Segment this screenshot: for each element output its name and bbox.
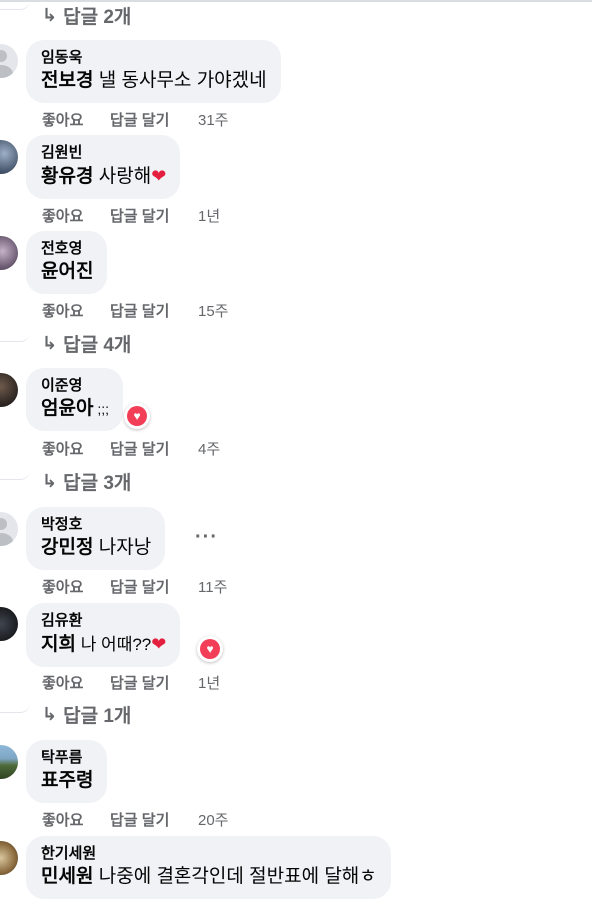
more-options-icon[interactable]: ··· [195,526,218,549]
comment-bubble: 김유환 지희 나 어때??❤ [26,603,181,667]
view-replies-link[interactable]: ↳ 답글 2개 [42,2,131,29]
comment-actions: 좋아요 답글 달기 1년 [42,205,220,226]
comment-text: 전보경 낼 동사무소 가야겠네 [41,70,267,91]
comment-bubble: 한기세원 민세원 나중에 결혼각인데 절반표에 달해ㅎ [26,836,391,899]
view-replies-link[interactable]: ↳ 답글 4개 [42,330,131,357]
tagged-user[interactable]: 엄윤아 [41,398,93,419]
tagged-user[interactable]: 황유경 [41,166,93,187]
comment-text: 황유경 사랑해❤ [41,166,167,187]
thread-connector [0,697,30,713]
avatar[interactable] [0,512,18,546]
tagged-user[interactable]: 전보경 [41,70,93,91]
reply-arrow-icon: ↳ [42,5,58,25]
reply-button[interactable]: 답글 달기 [110,576,198,597]
reply-button[interactable]: 답글 달기 [110,205,198,226]
tagged-user[interactable]: 강민정 [41,537,93,558]
timestamp[interactable]: 11주 [198,576,227,597]
view-replies-link[interactable]: ↳ 답글 3개 [42,468,131,495]
thread-connector [0,464,30,480]
comment-text: 표주령 [41,768,93,794]
like-button[interactable]: 좋아요 [42,205,110,226]
avatar[interactable] [0,44,18,78]
like-button[interactable]: 좋아요 [42,300,110,321]
like-button[interactable]: 좋아요 [42,576,110,597]
comment-actions: 좋아요 답글 달기 20주 [42,809,229,830]
thread-connector [0,326,30,342]
avatar[interactable] [0,140,18,174]
comment-bubble: 김원빈 황유경 사랑해❤ [26,135,181,199]
view-replies-link[interactable]: ↳ 답글 1개 [42,701,131,728]
comment-author[interactable]: 박정호 [41,515,151,535]
comment-bubble: 박정호 강민정 나자낭 [26,507,166,570]
avatar[interactable] [0,607,18,641]
comment-author[interactable]: 이준영 [41,376,109,396]
love-reaction-icon[interactable]: ♥ [124,403,150,429]
timestamp[interactable]: 1년 [198,672,220,693]
tagged-user[interactable]: 윤어진 [41,261,93,282]
timestamp[interactable]: 1년 [198,205,220,226]
comment-bubble: 임동욱 전보경 낼 동사무소 가야겠네 [26,40,281,103]
timestamp[interactable]: 31주 [198,109,229,130]
love-reaction-icon[interactable]: ♥ [197,636,223,662]
tagged-user[interactable]: 지희 [41,634,76,655]
comment-bubble: 전호영 윤어진 [26,231,108,294]
comment-author[interactable]: 전호영 [41,239,93,259]
avatar[interactable] [0,373,18,407]
comment-actions: 좋아요 답글 달기 31주 [42,109,229,130]
timestamp[interactable]: 4주 [198,438,220,459]
comment-text: 엄윤아 ;;; [41,398,110,419]
comment-actions: 좋아요 답글 달기 11주 [42,576,227,597]
reply-arrow-icon: ↳ [42,333,58,353]
comment-author[interactable]: 김원빈 [41,143,166,163]
reply-button[interactable]: 답글 달기 [110,109,198,130]
comment-bubble: 이준영 엄윤아 ;;; [26,368,124,431]
reply-arrow-icon: ↳ [42,471,58,491]
heart-emoji-icon: ❤ [151,634,167,654]
comment-text: 강민정 나자낭 [41,537,152,558]
reply-button[interactable]: 답글 달기 [110,300,198,321]
comment-actions: 좋아요 답글 달기 15주 [42,300,229,321]
comment-author[interactable]: 탁푸름 [41,748,93,768]
timestamp[interactable]: 15주 [198,300,229,321]
comment-text: 윤어진 [41,259,93,285]
heart-emoji-icon: ❤ [151,166,167,186]
comment-bubble: 탁푸름 표주령 [26,740,108,803]
like-button[interactable]: 좋아요 [42,438,110,459]
reply-button[interactable]: 답글 달기 [110,438,198,459]
reply-arrow-icon: ↳ [42,704,58,724]
comment-author[interactable]: 임동욱 [41,48,267,68]
like-button[interactable]: 좋아요 [42,809,110,830]
comment-actions: 좋아요 답글 달기 1년 [42,672,220,693]
reply-button[interactable]: 답글 달기 [110,672,198,693]
like-button[interactable]: 좋아요 [42,109,110,130]
avatar[interactable] [0,745,18,779]
timestamp[interactable]: 20주 [198,809,229,830]
avatar[interactable] [0,236,18,270]
comment-text: 지희 나 어때??❤ [41,634,167,655]
comment-author[interactable]: 한기세원 [41,844,377,864]
comment-text: 민세원 나중에 결혼각인데 절반표에 달해ㅎ [41,866,377,887]
tagged-user[interactable]: 표주령 [41,770,93,791]
comment-actions: 좋아요 답글 달기 4주 [42,438,220,459]
reply-button[interactable]: 답글 달기 [110,809,198,830]
comment-author[interactable]: 김유환 [41,611,166,631]
thread-connector [0,0,30,10]
like-button[interactable]: 좋아요 [42,672,110,693]
tagged-user[interactable]: 민세원 [41,866,93,887]
avatar[interactable] [0,841,18,875]
